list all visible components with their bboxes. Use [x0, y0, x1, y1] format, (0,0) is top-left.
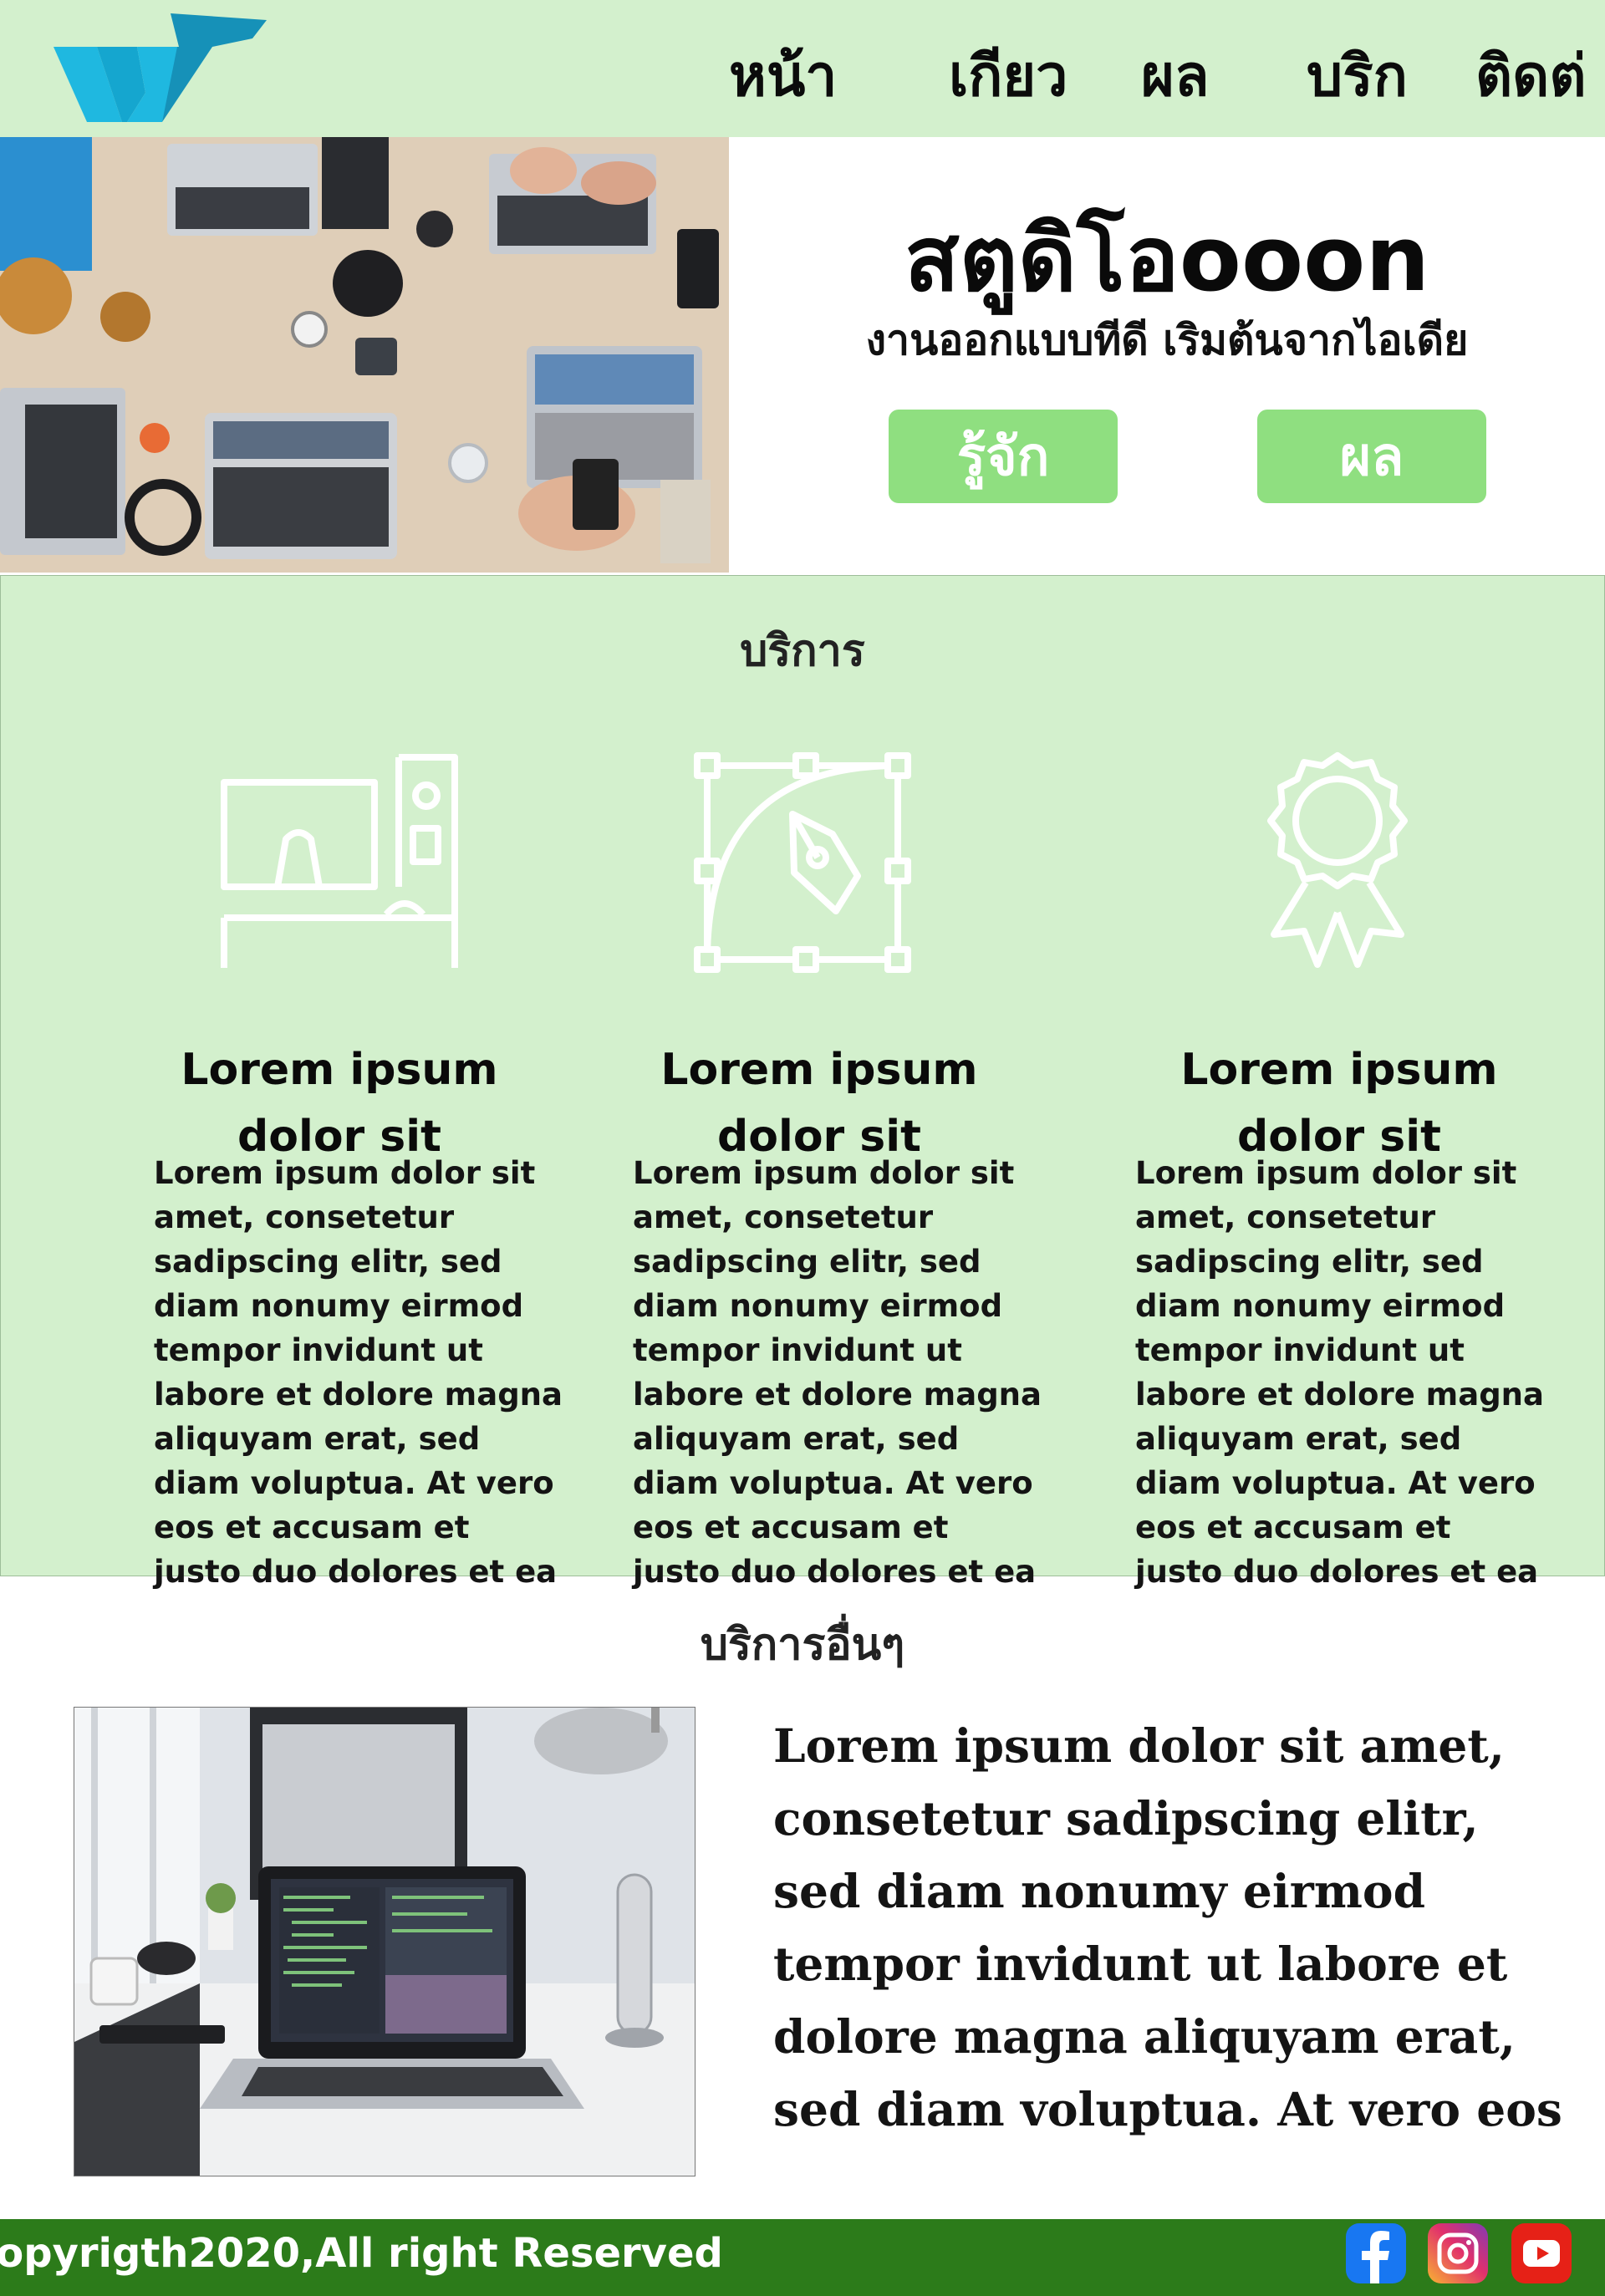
other-services-heading: บริการอื่นๆ [700, 1620, 905, 1670]
pen-tool-icon [694, 752, 911, 973]
service-body-1: Lorem ipsum dolor sit amet, consetetur s… [154, 1155, 563, 1590]
hero-workspace-photo [0, 137, 729, 573]
portfolio-button[interactable]: ผล [1257, 410, 1486, 503]
nav-item-portfolio[interactable]: ผล [1141, 48, 1210, 105]
nav-item-about[interactable]: เกียว [949, 48, 1067, 105]
instagram-icon[interactable] [1428, 2223, 1488, 2283]
navbar: หน้า เกียว ผล บริก ติดต่ [0, 0, 1605, 137]
about-button[interactable]: รู้จัก [889, 410, 1118, 503]
nav-item-contact[interactable]: ติดต่ [1475, 48, 1586, 105]
laptop-desk-photo [74, 1707, 696, 2176]
award-badge-icon [1267, 752, 1408, 968]
services-heading: บริการ [740, 626, 865, 676]
nav-item-home[interactable]: หน้า [729, 48, 838, 105]
nav-item-services[interactable]: บริก [1307, 48, 1408, 105]
service-body-2: Lorem ipsum dolor sit amet, consetetur s… [633, 1155, 1042, 1590]
hero-subtitle: งานออกแบบทีดี เริมต้นจากไอเดีย [865, 316, 1469, 364]
service-title-3: Lorem ipsum dolor sit [1180, 1045, 1498, 1162]
service-title-2: Lorem ipsum dolor sit [660, 1045, 978, 1162]
desk-computer-icon [221, 754, 458, 968]
copyright-text: Copyrigth2020,All right Reserved [0, 2230, 723, 2277]
other-services-text: Lorem ipsum dolor sit amet, consetetur s… [773, 1718, 1562, 2136]
facebook-icon[interactable] [1346, 2223, 1406, 2283]
hero-title: สตูดิโอooon [904, 207, 1430, 312]
service-body-3: Lorem ipsum dolor sit amet, consetetur s… [1135, 1155, 1544, 1590]
youtube-icon[interactable] [1511, 2223, 1572, 2283]
logo[interactable] [54, 13, 271, 126]
service-title-1: Lorem ipsum dolor sit [181, 1045, 498, 1162]
